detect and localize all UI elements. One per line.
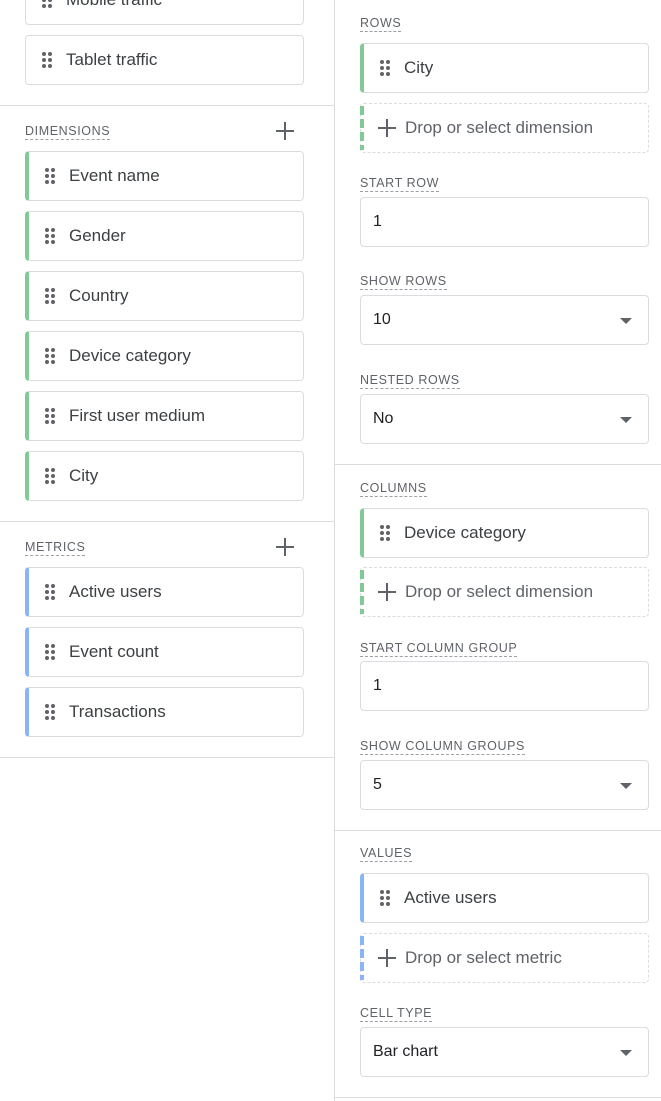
values-metric-label: Active users	[404, 888, 497, 907]
drag-handle-icon[interactable]	[42, 0, 52, 8]
columns-drop-zone[interactable]: Drop or select dimension	[360, 567, 649, 617]
tab-settings-panel: ROWS City Drop or select dimension START…	[334, 0, 661, 1101]
metric-chip[interactable]: Event count	[25, 627, 304, 677]
dropdown-arrow-icon	[620, 318, 632, 324]
dimensions-heading: DIMENSIONS	[25, 124, 111, 140]
plus-icon	[378, 583, 396, 601]
columns-dimension-label: Device category	[404, 523, 526, 542]
rows-heading: ROWS	[360, 16, 402, 32]
add-metric-icon[interactable]	[274, 536, 296, 558]
dropdown-arrow-icon	[620, 417, 632, 423]
dimension-chip[interactable]: Device category	[25, 331, 304, 381]
metric-label: Transactions	[69, 702, 166, 721]
drag-handle-icon[interactable]	[45, 288, 55, 304]
divider	[335, 464, 661, 465]
dimension-chip[interactable]: Event name	[25, 151, 304, 201]
drag-handle-icon[interactable]	[45, 408, 55, 424]
divider	[335, 830, 661, 831]
dimension-chip[interactable]: Gender	[25, 211, 304, 261]
metrics-heading: METRICS	[25, 540, 86, 556]
nested-rows-label: NESTED ROWS	[360, 373, 460, 389]
metric-chip[interactable]: Active users	[25, 567, 304, 617]
dimension-label: Event name	[69, 166, 160, 185]
values-drop-zone[interactable]: Drop or select metric	[360, 933, 649, 983]
divider	[335, 1097, 661, 1098]
drag-handle-icon[interactable]	[45, 168, 55, 184]
drop-zone-label: Drop or select dimension	[405, 582, 594, 601]
drag-handle-icon[interactable]	[45, 704, 55, 720]
drop-zone-label: Drop or select metric	[405, 948, 562, 967]
cell-type-select[interactable]: Bar chart	[360, 1027, 649, 1077]
drag-handle-icon[interactable]	[45, 228, 55, 244]
show-rows-select[interactable]: 10	[360, 295, 649, 345]
divider	[0, 521, 334, 522]
cell-type-label: CELL TYPE	[360, 1006, 433, 1022]
dimension-chip[interactable]: First user medium	[25, 391, 304, 441]
add-dimension-icon[interactable]	[274, 120, 296, 142]
dimension-label: First user medium	[69, 406, 206, 425]
drag-handle-icon[interactable]	[380, 525, 390, 541]
start-column-group-input[interactable]: 1	[360, 661, 649, 711]
show-rows-label: SHOW ROWS	[360, 274, 447, 290]
start-row-label: START ROW	[360, 176, 440, 192]
drag-handle-icon[interactable]	[45, 584, 55, 600]
columns-heading: COLUMNS	[360, 481, 427, 497]
divider	[0, 105, 334, 106]
metric-chip[interactable]: Transactions	[25, 687, 304, 737]
values-metric-chip[interactable]: Active users	[360, 873, 649, 923]
plus-icon	[378, 949, 396, 967]
rows-dimension-chip[interactable]: City	[360, 43, 649, 93]
drop-zone-label: Drop or select dimension	[405, 118, 594, 137]
values-heading: VALUES	[360, 846, 413, 862]
start-row-input[interactable]: 1	[360, 197, 649, 247]
start-column-group-label: START COLUMN GROUP	[360, 641, 518, 657]
segment-label: Tablet traffic	[66, 50, 158, 69]
columns-dimension-chip[interactable]: Device category	[360, 508, 649, 558]
dimension-label: Country	[69, 286, 129, 305]
variables-panel: Mobile traffic Tablet traffic DIMENSIONS…	[0, 0, 334, 1101]
drag-handle-icon[interactable]	[380, 890, 390, 906]
segment-label: Mobile traffic	[66, 0, 162, 10]
dropdown-arrow-icon	[620, 783, 632, 789]
segment-chip[interactable]: Mobile traffic	[25, 0, 304, 25]
nested-rows-select[interactable]: No	[360, 394, 649, 444]
plus-icon	[378, 119, 396, 137]
drag-handle-icon[interactable]	[45, 468, 55, 484]
show-column-groups-select[interactable]: 5	[360, 760, 649, 810]
show-column-groups-label: SHOW COLUMN GROUPS	[360, 739, 525, 755]
dropdown-arrow-icon	[620, 1050, 632, 1056]
metric-label: Active users	[69, 582, 162, 601]
metric-label: Event count	[69, 642, 159, 661]
rows-drop-zone[interactable]: Drop or select dimension	[360, 103, 649, 153]
rows-dimension-label: City	[404, 58, 434, 77]
dimension-chip[interactable]: City	[25, 451, 304, 501]
segment-chip[interactable]: Tablet traffic	[25, 35, 304, 85]
divider	[0, 757, 334, 758]
dimension-chip[interactable]: Country	[25, 271, 304, 321]
dimension-label: City	[69, 466, 99, 485]
dimension-label: Device category	[69, 346, 191, 365]
drag-handle-icon[interactable]	[45, 644, 55, 660]
drag-handle-icon[interactable]	[42, 52, 52, 68]
dimension-label: Gender	[69, 226, 126, 245]
drag-handle-icon[interactable]	[45, 348, 55, 364]
drag-handle-icon[interactable]	[380, 60, 390, 76]
